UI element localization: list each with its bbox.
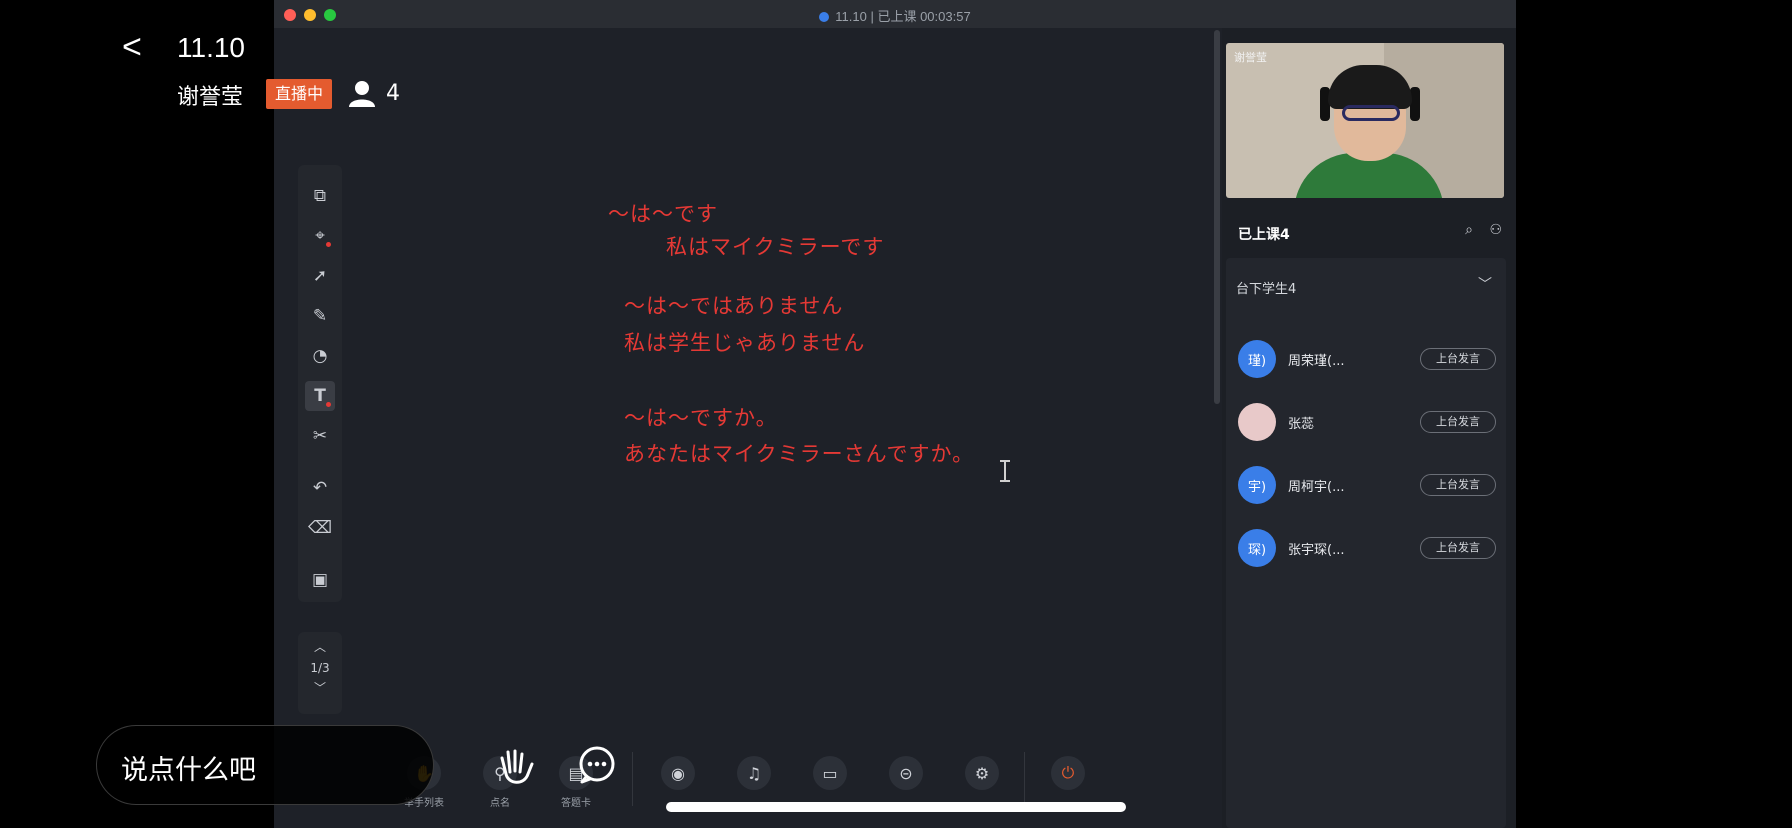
chat-bubble-icon: ⊝ (889, 756, 923, 790)
wave-hand-icon[interactable] (494, 744, 538, 788)
whiteboard-scrollbar[interactable] (1214, 30, 1220, 404)
record-icon: ◉ (661, 756, 695, 790)
avatar: 琛) (1238, 529, 1276, 567)
window-title: 11.10 | 已上课 00:03:57 (274, 6, 1516, 25)
chat-input[interactable]: 说点什么吧 (96, 725, 434, 805)
pen-icon[interactable]: ✎ (305, 301, 335, 331)
page-title: 11.10 (177, 32, 245, 63)
search-icon[interactable]: ⌕ (1465, 222, 1473, 238)
teacher-video[interactable]: 谢誉莹 (1226, 43, 1504, 198)
text-cursor-icon (1000, 460, 1010, 482)
invite-to-stage-button[interactable]: 上台发言 (1420, 474, 1496, 496)
end-class-button[interactable]: ⏻ (1048, 756, 1088, 790)
undo-icon[interactable]: ↶ (305, 473, 335, 503)
home-indicator[interactable] (666, 802, 1126, 812)
board-line-3: ～は～ではありません (624, 294, 844, 318)
invite-to-stage-button[interactable]: 上台发言 (1420, 537, 1496, 559)
student-name: 张宇琛(... (1288, 543, 1345, 558)
toolbar-divider (632, 752, 633, 806)
student-name: 张蕊 (1288, 417, 1315, 432)
user-manage-icon[interactable]: ⚇ (1489, 222, 1502, 238)
comment-icon[interactable] (576, 744, 618, 786)
avatar (1238, 403, 1276, 441)
student-name: 周柯宇(... (1288, 480, 1345, 495)
window-titlebar: 11.10 | 已上课 00:03:57 (274, 0, 1516, 28)
list-item: 瑾) 周荣瑾(... 上台发言 (1236, 336, 1496, 380)
page-navigator: ︿ 1/3 ﹀ (298, 632, 342, 714)
insert-file-icon[interactable]: ⧉ (305, 181, 335, 211)
student-name: 周荣瑾(... (1288, 354, 1345, 369)
invite-to-stage-button[interactable]: 上台发言 (1420, 411, 1496, 433)
class-header: 已上课4 (1238, 227, 1290, 243)
page-indicator: 1/3 (310, 661, 330, 675)
avatar: 瑾) (1238, 340, 1276, 378)
select-arrow-icon[interactable]: ➚ (305, 261, 335, 291)
students-card: 台下学生4 ﹀ 瑾) 周荣瑾(... 上台发言 张蕊 上台发言 宇) 周柯宇(.… (1226, 258, 1506, 828)
whiteboard[interactable]: ～は～です 私はマイクミラーです ～は～ではありません 私は学生じゃありません … (274, 28, 1216, 748)
screen-icon: ▭ (813, 756, 847, 790)
back-chevron-icon[interactable]: < (122, 28, 142, 67)
record-button[interactable]: ◉ (658, 756, 698, 790)
page-down-icon[interactable]: ﹀ (298, 679, 342, 696)
laser-pointer-icon[interactable]: ⌖ (305, 221, 335, 251)
power-icon: ⏻ (1051, 756, 1085, 790)
chat-placeholder: 说点什么吧 (121, 755, 256, 786)
right-panel: 谢誉莹 已上课4 ⌕ ⚇ 台下学生4 ﹀ 瑾) 周荣瑾(... 上台发言 张蕊 … (1222, 28, 1516, 828)
app-logo-icon (819, 12, 830, 22)
invite-to-stage-button[interactable]: 上台发言 (1420, 348, 1496, 370)
window-title-text: 11.10 | 已上课 00:03:57 (835, 9, 971, 24)
avatar: 宇) (1238, 466, 1276, 504)
screen-share-button[interactable]: ▭ (810, 756, 850, 790)
teacher-name: 谢誉莹 (177, 85, 244, 110)
person-icon (349, 81, 375, 107)
text-tool-icon[interactable]: T (305, 381, 335, 411)
user-audio-icon: ♫ (737, 756, 771, 790)
list-item: 张蕊 上台发言 (1236, 399, 1496, 443)
page-up-icon[interactable]: ︿ (298, 638, 342, 655)
settings-button[interactable]: ⚙ (962, 756, 1002, 790)
board-line-5: ～は～ですか。 (624, 406, 778, 430)
chat-button[interactable]: ⊝ (886, 756, 926, 790)
list-item: 琛) 张宇琛(... 上台发言 (1236, 525, 1496, 569)
video-name-label: 谢誉莹 (1234, 51, 1267, 64)
students-title: 台下学生4 (1236, 282, 1297, 297)
toolbox-icon[interactable]: ▣ (305, 565, 335, 595)
board-line-1: ～は～です (608, 202, 718, 226)
board-line-6: あなたはマイクミラーさんですか。 (624, 442, 975, 466)
board-line-4: 私は学生じゃありません (624, 331, 866, 355)
eraser-icon[interactable]: ⌫ (305, 513, 335, 543)
list-item: 宇) 周柯宇(... 上台发言 (1236, 462, 1496, 506)
audio-button[interactable]: ♫ (734, 756, 774, 790)
scissors-icon[interactable]: ✂ (305, 421, 335, 451)
chevron-down-icon[interactable]: ﹀ (1478, 274, 1492, 294)
toolbar-divider (1024, 752, 1025, 806)
classroom-window: 11.10 | 已上课 00:03:57 ～は～です 私はマイクミラーです ～は… (274, 0, 1516, 828)
viewer-count-text: 4 (386, 80, 400, 106)
gear-icon: ⚙ (965, 756, 999, 790)
whiteboard-toolbar: ⧉ ⌖ ➚ ✎ ◔ T ✂ ↶ ⌫ ▣ (298, 165, 342, 602)
status-badge: 直播中 (266, 79, 332, 109)
viewer-count: 4 (348, 79, 400, 107)
board-line-2: 私はマイクミラーです (666, 235, 885, 259)
shapes-icon[interactable]: ◔ (305, 341, 335, 371)
